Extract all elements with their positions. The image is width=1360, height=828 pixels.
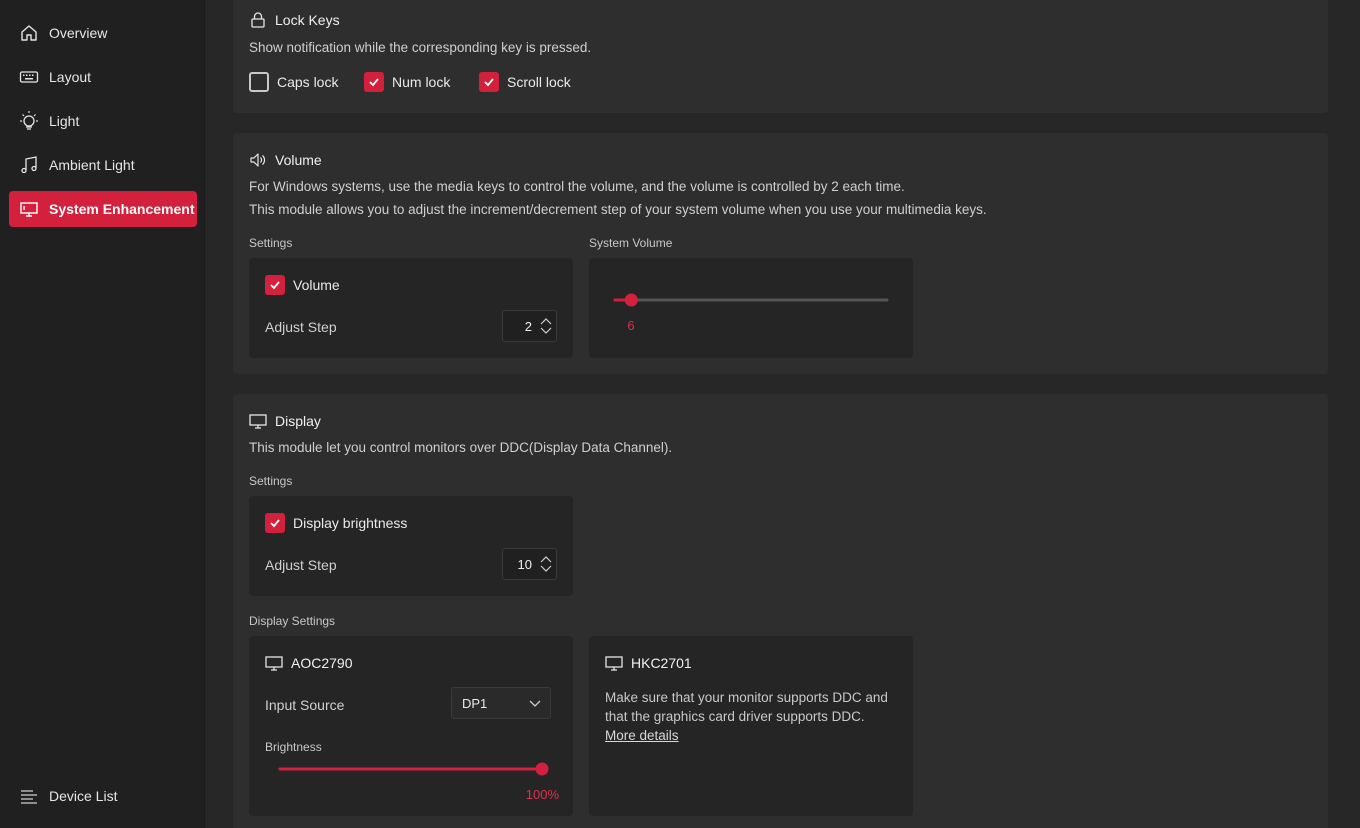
- volume-description-2: This module allows you to adjust the inc…: [249, 202, 987, 217]
- monitor-panel-aoc2790: AOC2790 Input Source DP1 Brightness 100%: [249, 636, 573, 816]
- display-step-stepper[interactable]: 10: [502, 548, 557, 580]
- music-note-icon: [18, 154, 40, 176]
- light-bulb-icon: [18, 110, 40, 132]
- monitor-panel-hkc2701: HKC2701 Make sure that your monitor supp…: [589, 636, 913, 816]
- sidebar: Overview Layout Light Ambient Light Syst…: [0, 0, 205, 828]
- sidebar-item-ambient-light[interactable]: Ambient Light: [9, 147, 197, 183]
- lock-icon: [249, 11, 267, 29]
- display-title-text: Display: [275, 413, 321, 429]
- display-description: This module let you control monitors ove…: [249, 440, 673, 455]
- checkbox-label: Display brightness: [293, 515, 408, 531]
- lock-keys-card: Lock Keys Show notification while the co…: [233, 0, 1328, 113]
- home-icon: [18, 22, 40, 44]
- chevron-down-icon: [529, 700, 541, 707]
- checkbox-checked[interactable]: [265, 513, 285, 533]
- chevron-up-icon[interactable]: [540, 317, 552, 326]
- display-settings-section-label: Display Settings: [249, 614, 336, 628]
- sidebar-item-layout[interactable]: Layout: [9, 59, 197, 95]
- sidebar-item-system-enhancement[interactable]: System Enhancement: [9, 191, 197, 227]
- adjust-step-label: Adjust Step: [265, 557, 337, 573]
- keyboard-icon: [18, 66, 40, 88]
- adjust-step-label: Adjust Step: [265, 319, 337, 335]
- display-brightness-checkbox[interactable]: Display brightness: [265, 513, 407, 533]
- volume-step-stepper[interactable]: 2: [502, 310, 557, 342]
- list-icon: [18, 785, 40, 807]
- stepper-value: 10: [517, 556, 532, 572]
- device-list-label: Device List: [49, 788, 118, 804]
- display-settings-panel: Display brightness Adjust Step 10: [249, 496, 573, 596]
- slider-thumb[interactable]: [624, 293, 638, 307]
- volume-description-1: For Windows systems, use the media keys …: [249, 179, 905, 194]
- device-list-button[interactable]: Device List: [9, 778, 197, 814]
- sidebar-item-label: Ambient Light: [49, 157, 135, 173]
- monitor-name-text: AOC2790: [291, 655, 353, 671]
- chevron-down-icon[interactable]: [540, 326, 552, 335]
- monitor-icon: [249, 412, 267, 430]
- volume-title: Volume: [249, 151, 322, 169]
- checkbox-checked[interactable]: [265, 275, 285, 295]
- slider-thumb[interactable]: [535, 762, 549, 776]
- monitor-icon: [18, 198, 40, 220]
- sidebar-item-label: Light: [49, 113, 80, 129]
- checkbox-checked[interactable]: [479, 72, 499, 92]
- chevron-up-icon[interactable]: [540, 555, 552, 564]
- chevron-down-icon[interactable]: [540, 564, 552, 573]
- checkbox-unchecked[interactable]: [249, 72, 269, 92]
- lock-keys-title-text: Lock Keys: [275, 12, 340, 28]
- sidebar-item-label: System Enhancement: [49, 201, 195, 217]
- volume-checkbox[interactable]: Volume: [265, 275, 340, 295]
- system-volume-value: 6: [627, 318, 635, 333]
- sidebar-item-label: Overview: [49, 25, 108, 41]
- checkbox-label: Num lock: [392, 74, 451, 90]
- checkbox-label: Volume: [293, 277, 340, 293]
- input-source-select[interactable]: DP1: [451, 687, 551, 719]
- speaker-icon: [249, 151, 267, 169]
- volume-card: Volume For Windows systems, use the medi…: [233, 133, 1328, 374]
- brightness-value: 100%: [525, 787, 559, 802]
- lock-keys-title: Lock Keys: [249, 11, 340, 29]
- monitor-icon: [605, 654, 623, 672]
- stepper-value: 2: [524, 318, 532, 334]
- input-source-label: Input Source: [265, 697, 345, 713]
- num-lock-checkbox[interactable]: Num lock: [364, 72, 450, 92]
- lock-keys-description: Show notification while the correspondin…: [249, 40, 592, 55]
- checkbox-checked[interactable]: [364, 72, 384, 92]
- monitor-name: HKC2701: [605, 654, 692, 672]
- volume-settings-label: Settings: [249, 236, 293, 250]
- checkbox-label: Caps lock: [277, 74, 339, 90]
- sidebar-item-light[interactable]: Light: [9, 103, 197, 139]
- caps-lock-checkbox[interactable]: Caps lock: [249, 72, 338, 92]
- display-card: Display This module let you control moni…: [233, 394, 1328, 828]
- monitor-icon: [265, 654, 283, 672]
- ddc-support-message: Make sure that your monitor supports DDC…: [605, 688, 897, 745]
- display-title: Display: [249, 412, 321, 430]
- brightness-label: Brightness: [265, 740, 322, 754]
- volume-settings-panel: Volume Adjust Step 2: [249, 258, 573, 358]
- ddc-message-text: Make sure that your monitor supports DDC…: [605, 690, 888, 724]
- system-volume-slider[interactable]: [589, 258, 913, 358]
- sidebar-item-overview[interactable]: Overview: [9, 15, 197, 51]
- scroll-lock-checkbox[interactable]: Scroll lock: [479, 72, 571, 92]
- select-value: DP1: [462, 695, 488, 711]
- volume-title-text: Volume: [275, 152, 322, 168]
- more-details-link[interactable]: More details: [605, 728, 679, 743]
- system-volume-panel: 6: [589, 258, 913, 358]
- monitor-name-text: HKC2701: [631, 655, 692, 671]
- sidebar-item-label: Layout: [49, 69, 92, 85]
- checkbox-label: Scroll lock: [507, 74, 571, 90]
- monitor-name: AOC2790: [265, 654, 352, 672]
- main-content: Lock Keys Show notification while the co…: [205, 0, 1360, 828]
- display-settings-label: Settings: [249, 474, 293, 488]
- system-volume-label: System Volume: [589, 236, 673, 250]
